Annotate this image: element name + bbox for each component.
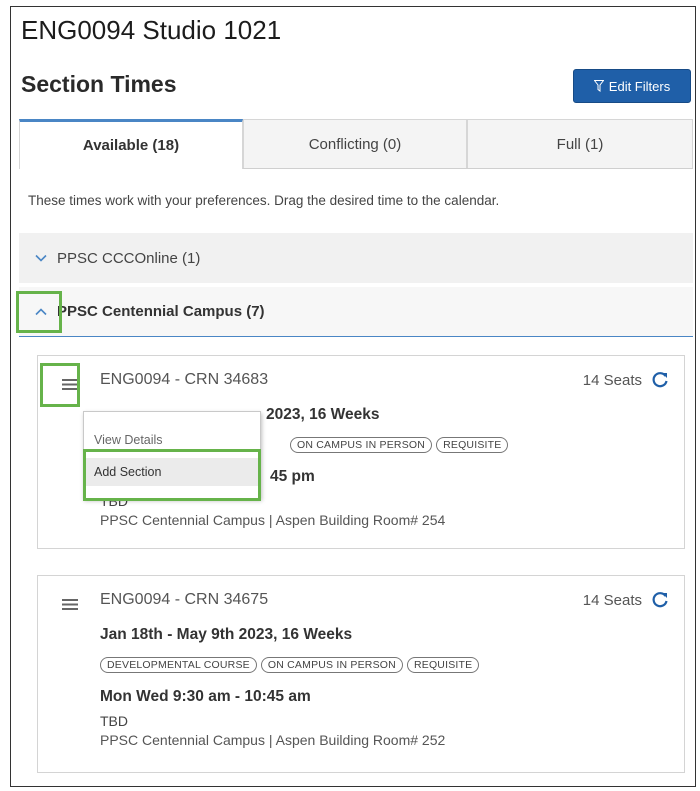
section-badges: On Campus In Person Requisite xyxy=(290,437,509,453)
tab-conflicting[interactable]: Conflicting (0) xyxy=(243,119,467,168)
group-label: PPSC Centennial Campus (7) xyxy=(57,303,265,320)
badge-requisite: Requisite xyxy=(406,657,480,673)
filter-icon xyxy=(593,80,604,92)
preferences-hint: These times work with your preferences. … xyxy=(28,193,500,208)
group-label: PPSC CCCOnline (1) xyxy=(57,249,201,267)
badge-in-person: On Campus In Person xyxy=(260,657,403,673)
group-ppsc-centennial-campus[interactable]: PPSC Centennial Campus (7) xyxy=(19,287,693,337)
badge-in-person: On Campus In Person xyxy=(290,437,433,453)
tab-full[interactable]: Full (1) xyxy=(467,119,693,168)
section-crn: ENG0094 - CRN 34675 xyxy=(100,591,269,608)
badge-developmental: Developmental Course xyxy=(100,657,257,673)
section-dates: Jan 18th - May 9th 2023, 16 Weeks xyxy=(100,626,353,643)
menu-item-add-section[interactable]: Add Section xyxy=(84,458,260,486)
chevron-down-icon xyxy=(35,254,47,262)
section-crn: ENG0094 - CRN 34683 xyxy=(100,371,269,388)
location: PPSC Centennial Campus | Aspen Building … xyxy=(100,732,446,748)
hamburger-menu-icon[interactable] xyxy=(60,596,80,612)
refresh-icon[interactable] xyxy=(650,590,670,610)
section-times: Mon Wed 9:30 am - 10:45 am xyxy=(100,688,311,705)
edit-filters-button[interactable]: Edit Filters xyxy=(573,69,691,103)
course-section-panel: ENG0094 Studio 1021 Section Times Edit F… xyxy=(10,6,696,787)
chevron-up-icon xyxy=(35,307,47,315)
seats-count: 14 Seats xyxy=(582,592,642,609)
instructor: TBD xyxy=(100,713,128,729)
section-tabs: Available (18) Conflicting (0) Full (1) xyxy=(19,119,693,169)
location: PPSC Centennial Campus | Aspen Building … xyxy=(100,512,446,528)
section-badges: Developmental Course On Campus In Person… xyxy=(100,657,480,673)
edit-filters-label: Edit Filters xyxy=(608,78,671,94)
menu-item-view-details[interactable]: View Details xyxy=(84,426,260,454)
section-times: 45 pm xyxy=(270,468,315,485)
section-context-menu: View Details Add Section xyxy=(83,411,261,499)
section-card-34675[interactable]: ENG0094 - CRN 34675 14 Seats Jan 18th - … xyxy=(37,575,685,773)
tab-available[interactable]: Available (18) xyxy=(19,119,243,169)
group-ppsc-ccconline[interactable]: PPSC CCCOnline (1) xyxy=(19,233,693,283)
course-title: ENG0094 Studio 1021 xyxy=(21,15,282,45)
hamburger-menu-icon[interactable] xyxy=(60,376,80,392)
refresh-icon[interactable] xyxy=(650,370,670,390)
section-dates: 2023, 16 Weeks xyxy=(266,406,380,423)
section-times-heading: Section Times xyxy=(21,71,177,97)
badge-requisite: Requisite xyxy=(436,437,509,453)
seats-count: 14 Seats xyxy=(582,372,642,389)
